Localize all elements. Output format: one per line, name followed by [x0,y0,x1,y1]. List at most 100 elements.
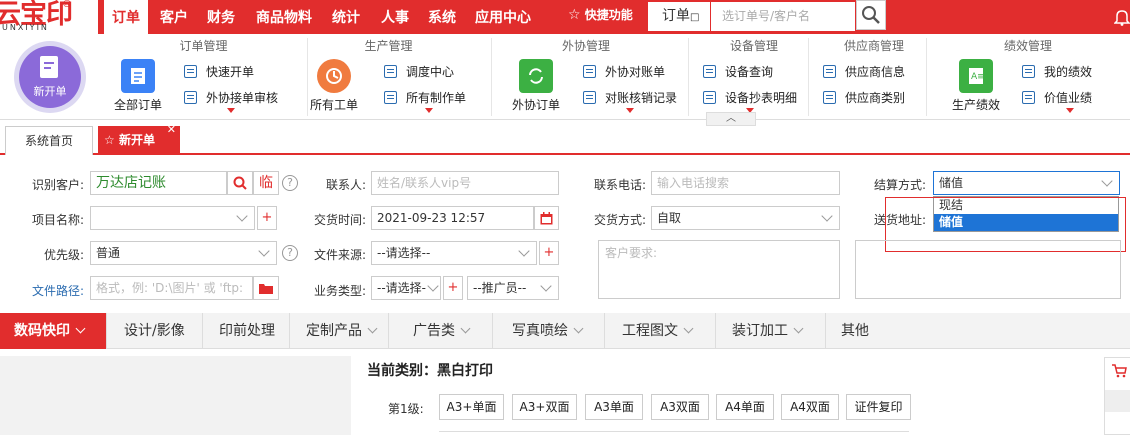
tab-other[interactable]: 其他 [826,313,886,349]
new-order-label: 新开单 [33,85,67,98]
product-id-copy[interactable]: 证件复印 [846,394,911,420]
file-path-input[interactable]: 格式，例: 'D:\图片' 或 'ftp: [90,276,253,300]
add-file-source-button[interactable]: + [539,241,559,265]
collapse-toolbar-button[interactable]: ︿ [706,112,756,126]
chevron-down-icon [75,323,86,334]
cart-row [1105,390,1130,412]
product-a3plus-double[interactable]: A3+双面 [512,394,577,420]
phone-input[interactable]: 输入电话搜索 [651,171,840,195]
nav-finance[interactable]: 财务 [207,0,235,34]
priority-label: 优先级: [43,248,84,262]
tab-engineering[interactable]: 工程图文 [605,313,716,349]
temp-customer-button[interactable]: 临 [253,171,279,195]
calendar-icon [540,211,553,224]
business-type-label: 业务类型: [313,284,366,298]
customer-search-button[interactable] [227,171,253,195]
tab-design-image[interactable]: 设计/影像 [107,313,203,349]
production-performance-button[interactable]: A≡ 生产绩效 [950,59,1002,113]
my-performance-link[interactable]: 我的绩效 [1022,63,1092,80]
browse-folder-button[interactable] [253,276,279,300]
nav-goods[interactable]: 商品物料 [256,0,312,34]
tab-binding[interactable]: 装订加工 [716,313,826,349]
product-a3-single[interactable]: A3单面 [585,394,643,420]
quick-open-order-link[interactable]: 快速开单 [184,63,254,80]
nav-system[interactable]: 系统 [428,0,456,34]
product-a3plus-single[interactable]: A3+单面 [439,394,504,420]
bell-icon[interactable] [1114,8,1130,26]
outsource-statement-link[interactable]: 外协对账单 [583,63,665,80]
dropdown-arrow-icon[interactable] [626,108,634,113]
value-performance-link[interactable]: 价值业绩 [1022,89,1092,106]
device-meter-link[interactable]: 设备抄表明细 [703,89,797,106]
tab-photo-inkjet[interactable]: 写真喷绘 [493,313,605,349]
customer-field[interactable]: 万达店记账 [90,171,227,195]
divider [688,38,689,116]
priority-select[interactable]: 普通 [90,241,277,265]
performance-icon: A≡ [959,59,993,93]
calendar-button[interactable] [534,206,559,230]
nav-app-center[interactable]: 应用中心 [475,0,531,34]
chevron-down-icon [821,210,833,222]
all-production-link[interactable]: 所有制作单 [384,89,466,106]
quick-functions[interactable]: ☆ 快捷功能 [568,0,633,34]
tab-digital-print[interactable]: 数码快印 [0,313,107,349]
add-project-button[interactable]: + [257,206,277,230]
dispatch-center-link[interactable]: 调度中心 [384,63,454,80]
nav-stats[interactable]: 统计 [332,0,360,34]
delivery-method-select[interactable]: 自取 [651,206,840,230]
work-order-icon [317,59,351,93]
nav-customer[interactable]: 客户 [160,0,188,34]
new-order-button[interactable]: 新开单 [14,41,86,113]
tab-home[interactable]: 系统首页 [5,126,93,155]
settlement-select[interactable]: 储值 [933,171,1120,195]
tab-prepress[interactable]: 印前处理 [203,313,290,349]
chevron-down-icon [258,245,270,257]
level-label: 第1级: [388,402,424,416]
address-input[interactable] [855,240,1121,299]
dropdown-arrow-icon[interactable] [1066,108,1074,113]
product-a4-double[interactable]: A4双面 [781,394,839,420]
group-title-performance: 绩效管理 [1003,39,1052,53]
promoter-select[interactable]: --推广员-- [467,276,559,300]
contact-input[interactable]: 姓名/联系人vip号 [371,171,559,195]
list-icon [1022,91,1035,104]
tab-new-order[interactable]: ☆ 新开单 ✕ [98,123,180,155]
dropdown-arrow-icon[interactable] [425,108,433,113]
supplier-category-link[interactable]: 供应商类别 [823,89,905,106]
outsource-orders-button[interactable]: 外协订单 [510,59,562,113]
search-icon [862,6,880,24]
all-work-orders-button[interactable]: 所有工单 [309,59,359,113]
business-type-select[interactable]: --请选择- [371,276,441,300]
quick-search-button[interactable] [856,0,886,30]
all-orders-button[interactable]: 全部订单 [113,59,163,113]
product-a3-double[interactable]: A3双面 [651,394,709,420]
dropdown-arrow-icon[interactable] [227,108,235,113]
close-icon[interactable]: ✕ [167,116,176,144]
tab-advertising[interactable]: 广告类 [389,313,493,349]
file-source-select[interactable]: --请选择-- [371,241,537,265]
group-title-outsource: 外协管理 [561,39,610,53]
chevron-down-icon [573,323,584,334]
search-icon [233,176,247,190]
nav-hr[interactable]: 人事 [381,0,409,34]
document-list-icon [121,59,155,93]
help-icon[interactable]: ? [282,175,298,191]
nav-order[interactable]: 订单 [104,0,148,34]
reconcile-record-link[interactable]: 对账核销记录 [583,89,677,106]
add-business-type-button[interactable]: + [443,276,463,300]
cart-panel[interactable] [1104,357,1130,435]
quick-search-input[interactable]: 选订单号/客户名 [711,2,855,31]
project-select[interactable] [90,206,255,230]
list-icon [583,91,596,104]
supplier-info-link[interactable]: 供应商信息 [823,63,905,80]
tab-custom-products[interactable]: 定制产品 [290,313,389,349]
quick-search-type-select[interactable]: 订单□ [648,2,710,31]
help-icon[interactable]: ? [282,245,298,261]
cart-icon [1112,364,1127,378]
file-source-label: 文件来源: [313,248,366,262]
delivery-time-input[interactable]: 2021-09-23 12:57 [371,206,534,230]
customer-requirement-input[interactable]: 客户要求: [598,240,840,299]
device-query-link[interactable]: 设备查询 [703,63,773,80]
outsource-review-link[interactable]: 外协接单审核 [184,89,278,106]
product-a4-single[interactable]: A4单面 [716,394,774,420]
